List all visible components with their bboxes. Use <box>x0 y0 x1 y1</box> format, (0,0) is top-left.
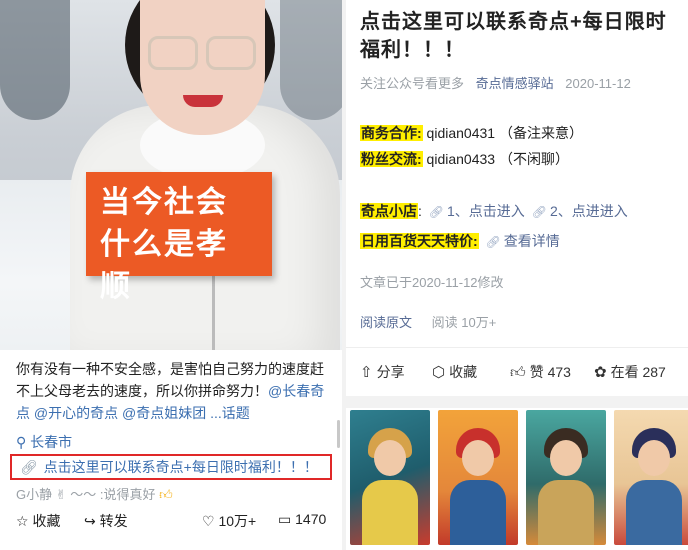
collect-button[interactable]: ⬡ 收藏 <box>432 362 477 382</box>
shop-row: 奇点小店: 🔗︎ 1、点击进入 🔗︎ 2、点进进入 <box>360 201 628 221</box>
article-title: 点击这里可以联系奇点+每日限时福利！！！ <box>360 11 667 61</box>
collect-button[interactable]: ☆ 收藏 <box>16 511 60 531</box>
looking-label: 在看 287 <box>610 364 666 380</box>
banner-line-1: 当今社会 <box>100 185 228 220</box>
share-label: 分享 <box>376 364 405 380</box>
share-button[interactable]: ↪ 转发 <box>84 511 128 531</box>
collect-label: 收藏 <box>32 513 61 529</box>
mention-link[interactable]: @开心的奇点 <box>34 405 118 421</box>
image-strip <box>350 410 688 550</box>
thumbs-up-icon: 👍︎ <box>510 364 526 381</box>
post-caption: 你有没有一种不安全感，是害怕自己努力的速度赶不上父母老去的速度，所以你拼命努力！… <box>16 358 334 424</box>
illustration-thumb[interactable] <box>526 410 606 545</box>
mention-link[interactable]: @奇点姐妹团 <box>122 405 206 421</box>
comment-count: 1470 <box>295 511 327 527</box>
location-tag[interactable]: ⚲ 长春市 <box>16 432 72 452</box>
shop-sep: : <box>418 203 422 219</box>
comment-user[interactable]: G小静 <box>16 487 52 502</box>
left-post-panel: 当今社会 什么是孝顺 你有没有一种不安全感，是害怕自己努力的速度赶不上父母老去的… <box>0 0 342 550</box>
link-icon: 🔗︎ <box>20 459 38 475</box>
shop-link-2-label: 2、点进进入 <box>549 203 628 219</box>
right-article-panel: 点击这里可以联系奇点+每日限时福利！！！ 关注公众号看更多 奇点情感驿站 202… <box>346 0 688 550</box>
illustration-thumb[interactable] <box>438 410 518 545</box>
top-comment: G小静 ✌ ～～ :说得真好 👍︎ <box>16 484 173 503</box>
shop-link-1[interactable]: 🔗︎ 1、点击进入 <box>426 203 525 219</box>
section-separator <box>346 396 688 408</box>
view-details-link[interactable]: 🔗︎ 查看详情 <box>483 233 560 249</box>
like-button[interactable]: 👍︎ 赞 473 <box>510 362 571 382</box>
collect-label: 收藏 <box>449 364 478 380</box>
post-video-photo[interactable]: 当今社会 什么是孝顺 <box>0 0 342 350</box>
share-label: 转发 <box>99 513 128 529</box>
banner-line-2: 什么是孝顺 <box>100 227 228 304</box>
business-value: qidian0431 （备注来意） <box>422 125 583 141</box>
fans-value: qidian0433 （不闲聊） <box>422 151 569 167</box>
more-topics-link[interactable]: ...话题 <box>210 405 250 421</box>
daily-deals-row: 日用百货天天特价: 🔗︎ 查看详情 <box>360 231 560 251</box>
comment-icon: ▭ <box>278 511 292 527</box>
illustration-thumb[interactable] <box>614 410 688 545</box>
share-button[interactable]: ⇧ 分享 <box>360 362 405 382</box>
account-link[interactable]: 奇点情感驿站 <box>476 76 554 91</box>
shop-link-1-label: 1、点击进入 <box>447 203 525 219</box>
divider <box>346 347 688 348</box>
share-icon: ⇧ <box>360 364 373 381</box>
forward-icon: ↪ <box>84 513 96 529</box>
view-details-label: 查看详情 <box>503 233 560 249</box>
like-button[interactable]: ♡ 10万+ <box>202 511 256 531</box>
thumbs-up-icon: 👍︎ <box>159 487 173 502</box>
article-action-bar: ⇧ 分享 ⬡ 收藏 👍︎ 赞 473 ✿ 在看 287 <box>346 358 688 386</box>
edited-note: 文章已于2020-11-12修改 <box>360 275 504 290</box>
looking-button[interactable]: ✿ 在看 287 <box>594 362 666 382</box>
business-contact: 商务合作: qidian0431 （备注来意） <box>360 123 583 143</box>
publish-date: 2020-11-12 <box>565 76 631 91</box>
fans-label: 粉丝交流: <box>360 151 423 167</box>
link-icon: 🔗︎ <box>531 205 547 219</box>
daily-label: 日用百货天天特价: <box>360 233 479 249</box>
shop-link-2[interactable]: 🔗︎ 2、点进进入 <box>529 203 628 219</box>
illustration-thumb[interactable] <box>350 410 430 545</box>
follow-hint: 关注公众号看更多 <box>360 76 465 91</box>
link-icon: 🔗︎ <box>428 205 445 219</box>
read-original-link[interactable]: 阅读原文 <box>360 315 412 330</box>
comment-emoji-icon: ✌ ～～ <box>55 487 97 502</box>
read-row: 阅读原文 阅读 10万+ <box>360 312 496 331</box>
like-count: 10万+ <box>218 513 257 529</box>
location-label: 长春市 <box>30 434 73 450</box>
flower-icon: ✿ <box>594 364 607 381</box>
article-meta: 关注公众号看更多 奇点情感驿站 2020-11-12 <box>360 73 631 92</box>
title-banner: 当今社会 什么是孝顺 <box>86 172 272 304</box>
business-label: 商务合作: <box>360 125 423 141</box>
heart-icon: ♡ <box>202 513 215 529</box>
link-icon: 🔗︎ <box>485 235 501 249</box>
scrollbar[interactable] <box>337 420 340 448</box>
contact-link-label: 点击这里可以联系奇点+每日限时福利！！！ <box>43 459 318 475</box>
shop-label: 奇点小店 <box>360 203 418 219</box>
fans-contact: 粉丝交流: qidian0433 （不闲聊） <box>360 149 569 169</box>
location-pin-icon: ⚲ <box>16 434 27 450</box>
star-icon: ☆ <box>16 513 29 529</box>
comment-text: :说得真好 <box>99 487 156 502</box>
cube-icon: ⬡ <box>432 364 446 381</box>
contact-link[interactable]: 🔗︎ 点击这里可以联系奇点+每日限时福利！！！ <box>10 454 332 480</box>
post-action-bar: ☆ 收藏 ↪ 转发 ♡ 10万+ ▭ 1470 <box>0 508 342 534</box>
comment-button[interactable]: ▭ 1470 <box>278 511 326 528</box>
like-label: 赞 473 <box>529 364 571 380</box>
read-count: 阅读 10万+ <box>431 315 497 330</box>
